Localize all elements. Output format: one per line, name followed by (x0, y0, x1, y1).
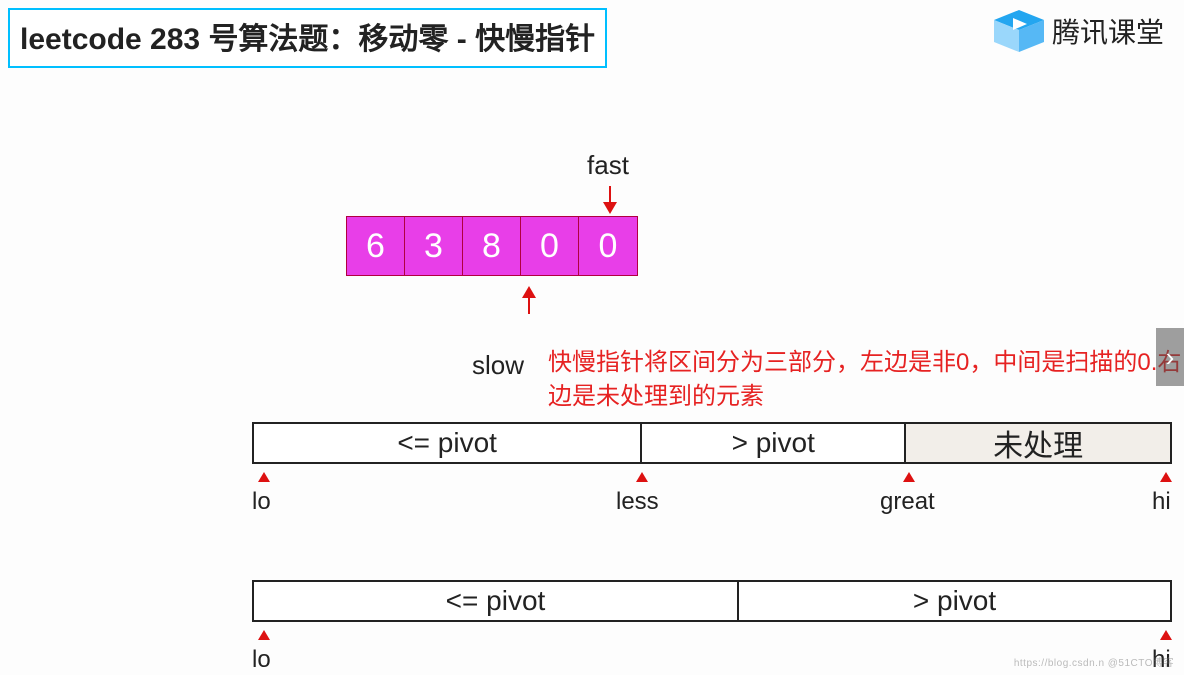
arrow-up-icon (636, 472, 648, 482)
arrow-up-icon (258, 630, 270, 640)
label-lo: lo (252, 488, 271, 516)
partition-bar-2: <= pivot > pivot (252, 580, 1172, 622)
label-less: less (616, 488, 659, 516)
segment-le-pivot: <= pivot (254, 424, 642, 462)
page-title: leetcode 283 号算法题：移动零 - 快慢指针 (8, 8, 607, 68)
label-hi: hi (1152, 488, 1171, 516)
array-visual: 6 3 8 0 0 (346, 216, 638, 276)
brand-text: 腾讯课堂 (1052, 11, 1164, 51)
array-cell: 6 (347, 217, 405, 275)
array-cell: 3 (405, 217, 463, 275)
arrow-up-icon (1160, 630, 1172, 640)
segment-gt-pivot: > pivot (739, 582, 1170, 620)
fast-pointer-label: fast (558, 150, 658, 181)
array-cell: 0 (521, 217, 579, 275)
array-cell: 0 (579, 217, 637, 275)
segment-gt-pivot: > pivot (642, 424, 906, 462)
arrow-up-icon (1160, 472, 1172, 482)
segment-le-pivot: <= pivot (254, 582, 739, 620)
slow-pointer-label: slow (448, 350, 548, 381)
next-slide-button[interactable]: › (1156, 328, 1184, 386)
arrow-up-icon (258, 472, 270, 482)
label-lo: lo (252, 646, 271, 674)
play-cube-icon (994, 10, 1044, 52)
arrow-down-icon (603, 202, 617, 214)
arrow-up-icon (522, 286, 536, 298)
brand-logo: 腾讯课堂 (994, 10, 1164, 52)
watermark-text: https://blog.csdn.n @51CTO博客 (1014, 654, 1174, 669)
array-cell: 8 (463, 217, 521, 275)
annotation-text: 快慢指针将区间分为三部分，左边是非0，中间是扫描的0.右边是未处理到的元素 (548, 346, 1184, 413)
segment-unprocessed: 未处理 (906, 424, 1170, 462)
chevron-right-icon: › (1166, 342, 1175, 373)
arrow-up-icon (903, 472, 915, 482)
partition-bar-1: <= pivot > pivot 未处理 (252, 422, 1172, 464)
label-great: great (880, 488, 935, 516)
